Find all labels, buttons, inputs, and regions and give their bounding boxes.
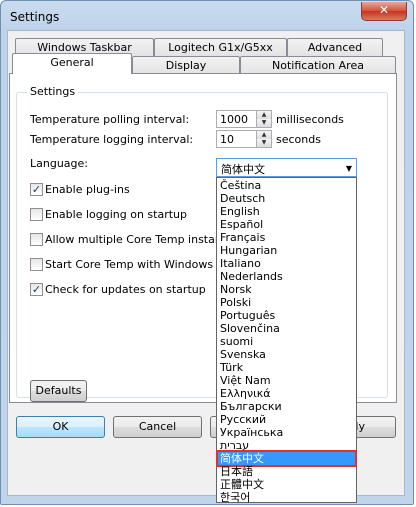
- language-dropdown-list[interactable]: Čeština Deutsch English Español Français Hung…: [216, 177, 357, 504]
- enable-plugins-label[interactable]: Enable plug-ins: [45, 183, 130, 196]
- logging-interval-value[interactable]: 10: [220, 133, 234, 146]
- language-option[interactable]: suomi: [218, 335, 355, 348]
- spin-up-icon[interactable]: ▲: [256, 111, 271, 119]
- language-option[interactable]: Slovenčina: [218, 322, 355, 335]
- language-option[interactable]: Norsk: [218, 283, 355, 296]
- language-option[interactable]: Nederlands: [218, 270, 355, 283]
- spin-down-icon[interactable]: ▼: [256, 139, 271, 147]
- multiple-instances-checkbox[interactable]: [30, 233, 43, 246]
- language-option[interactable]: Việt Nam: [218, 374, 355, 387]
- language-option[interactable]: Svenska: [218, 348, 355, 361]
- start-with-windows-checkbox[interactable]: [30, 258, 43, 271]
- tab-logitech[interactable]: Logitech G1x/G5xx: [154, 38, 287, 56]
- language-option[interactable]: 正體中文: [218, 478, 355, 491]
- polling-unit-label: milliseconds: [276, 113, 344, 126]
- logging-interval-label: Temperature logging interval:: [30, 133, 194, 146]
- enable-logging-label[interactable]: Enable logging on startup: [45, 208, 187, 221]
- check-updates-label[interactable]: Check for updates on startup: [45, 283, 206, 296]
- ok-button[interactable]: OK: [16, 416, 105, 438]
- language-option[interactable]: Français: [218, 231, 355, 244]
- language-option[interactable]: Polski: [218, 296, 355, 309]
- cancel-button[interactable]: Cancel: [113, 416, 202, 438]
- chevron-down-icon[interactable]: ▼: [346, 164, 352, 173]
- polling-interval-spinner[interactable]: 1000 ▲ ▼: [216, 110, 272, 128]
- spin-up-icon[interactable]: ▲: [256, 131, 271, 139]
- multiple-instances-label[interactable]: Allow multiple Core Temp instances: [45, 233, 240, 246]
- language-option[interactable]: Hungarian: [218, 244, 355, 257]
- language-option[interactable]: Ελληνικά: [218, 387, 355, 400]
- language-option[interactable]: Español: [218, 218, 355, 231]
- polling-interval-label: Temperature polling interval:: [30, 113, 190, 126]
- logging-unit-label: seconds: [276, 133, 321, 146]
- language-option[interactable]: Português: [218, 309, 355, 322]
- logging-interval-spinner[interactable]: 10 ▲ ▼: [216, 130, 272, 148]
- language-option[interactable]: 한국어: [218, 491, 355, 504]
- language-option[interactable]: English: [218, 205, 355, 218]
- enable-plugins-checkbox[interactable]: ✓: [30, 183, 43, 196]
- tab-general[interactable]: General: [12, 53, 132, 74]
- tab-advanced[interactable]: Advanced: [287, 38, 383, 56]
- language-combobox[interactable]: 简体中文 ▼: [216, 158, 357, 177]
- language-label: Language:: [30, 157, 88, 170]
- spin-down-icon[interactable]: ▼: [256, 119, 271, 127]
- language-option[interactable]: Italiano: [218, 257, 355, 270]
- close-button[interactable]: ✕: [361, 2, 407, 21]
- language-selected-value: 简体中文: [221, 163, 265, 176]
- tab-display[interactable]: Display: [132, 56, 240, 74]
- language-option[interactable]: Čeština: [218, 179, 355, 192]
- check-updates-checkbox[interactable]: ✓: [30, 283, 43, 296]
- enable-logging-checkbox[interactable]: [30, 208, 43, 221]
- title-bar[interactable]: Settings ✕: [1, 1, 413, 33]
- language-option[interactable]: 日本語: [218, 465, 355, 478]
- language-option[interactable]: Български: [218, 400, 355, 413]
- settings-group-title: Settings: [27, 85, 79, 98]
- language-option[interactable]: עברית: [218, 439, 355, 452]
- defaults-button[interactable]: Defaults: [30, 380, 87, 402]
- tab-notification-area[interactable]: Notification Area: [240, 56, 396, 74]
- language-option[interactable]: Українська: [218, 426, 355, 439]
- language-option[interactable]: Deutsch: [218, 192, 355, 205]
- start-with-windows-label[interactable]: Start Core Temp with Windows: [45, 258, 213, 271]
- language-option[interactable]: 简体中文: [216, 450, 357, 467]
- window-title: Settings: [10, 10, 60, 24]
- language-option[interactable]: Türk: [218, 361, 355, 374]
- language-option[interactable]: Русский: [218, 413, 355, 426]
- polling-interval-value[interactable]: 1000: [220, 113, 248, 126]
